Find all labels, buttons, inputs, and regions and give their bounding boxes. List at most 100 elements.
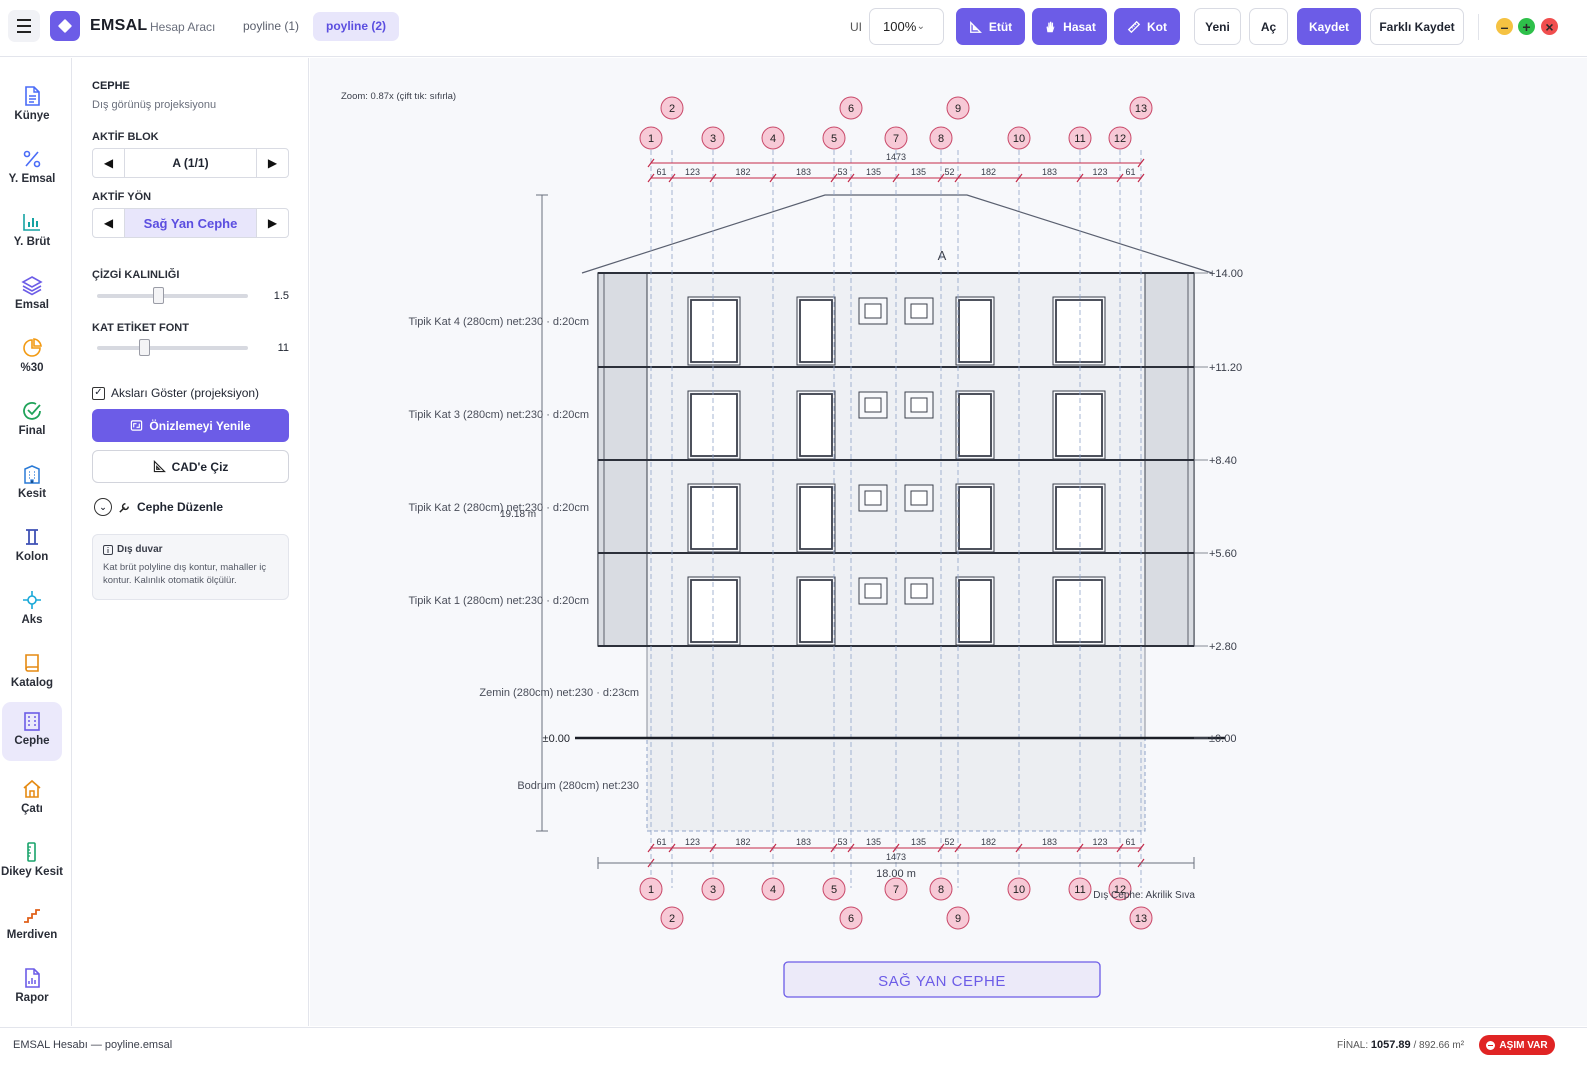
rail-item-final[interactable]: Final (2, 392, 62, 451)
cad-e-ciz-button[interactable]: CAD'e Çiz (92, 450, 289, 483)
menu-icon[interactable] (8, 10, 40, 42)
window-pane (1055, 579, 1103, 643)
axis-bubble-label: 3 (710, 133, 716, 145)
onizlemeyi-yenile-label: Önizlemeyi Yenile (149, 418, 251, 433)
dim-label: 61 (1125, 837, 1135, 847)
next-yon-button[interactable]: ▶ (257, 209, 288, 237)
rail-item-yuzde-30[interactable]: %30 (2, 329, 62, 388)
crosshair-icon (23, 591, 41, 609)
level-label: +11.20 (1209, 362, 1242, 374)
minus-circle-icon (1486, 1040, 1496, 1050)
rail-label: Aks (21, 614, 43, 626)
dim-label: 183 (796, 837, 811, 847)
rail-label: Merdiven (6, 929, 58, 941)
aktif-blok-stepper: ◀ A (1/1) ▶ (92, 148, 289, 178)
chevron-down-icon: ⌄ (94, 498, 112, 516)
material-note: Dış Cephe: Akrilik Sıva (1093, 890, 1195, 901)
rail-item-cephe[interactable]: Cephe (2, 702, 62, 761)
diamond-icon (50, 11, 80, 41)
kat-etiket-font-slider[interactable] (97, 339, 248, 356)
floor-label: Zemin (280cm) net:230 · d:23cm (479, 687, 639, 699)
house-icon (23, 779, 41, 798)
rail-item-y-brut[interactable]: Y. Brüt (2, 203, 62, 262)
cephe-settings-panel: CEPHE Dış görünüş projeksiyonu AKTİF BLO… (73, 58, 309, 1026)
file-tab-1[interactable]: poyline (1) (230, 12, 312, 41)
rail-label: Künye (14, 110, 50, 122)
next-blok-button[interactable]: ▶ (257, 149, 288, 177)
dim-total-label: 1473 (886, 152, 906, 162)
axis-bubble-label: 2 (669, 913, 675, 925)
facade-canvas[interactable]: Zoom: 0.87x (çift tık: sıfırla) A ±0.00 61… (310, 58, 1587, 1026)
window-pane (799, 486, 833, 550)
kot-button[interactable]: Kot (1114, 8, 1180, 45)
facade-icon (24, 712, 40, 731)
rail-item-merdiven[interactable]: Merdiven (2, 896, 62, 955)
aktif-yon-stepper: ◀ Sağ Yan Cephe ▶ (92, 208, 289, 238)
axis-bubble-label: 1 (648, 884, 654, 896)
minimize-icon[interactable]: – (1496, 18, 1513, 35)
dim-label: 182 (981, 837, 996, 847)
prev-blok-button[interactable]: ◀ (93, 149, 124, 177)
rail-item-emsal[interactable]: Emsal (2, 266, 62, 325)
cephe-duzenle-label: Cephe Düzenle (137, 500, 224, 514)
dim-total-label: 1473 (886, 852, 906, 862)
window-pane (958, 393, 992, 457)
axis-bubble-label: 6 (848, 103, 854, 115)
window-pane (958, 486, 992, 550)
axis-bubble-label: 11 (1074, 133, 1085, 145)
dim-label: 182 (981, 167, 996, 177)
prev-yon-button[interactable]: ◀ (93, 209, 124, 237)
cephe-duzenle-toggle[interactable]: ⌄ Cephe Düzenle (94, 498, 223, 516)
rail-item-cati[interactable]: Çatı (2, 770, 62, 829)
dim-label: 182 (735, 837, 750, 847)
yeni-button[interactable]: Yeni (1194, 8, 1241, 45)
rail-label: Dikey Kesit (1, 866, 64, 878)
rail-item-kunye[interactable]: Künye (2, 77, 62, 136)
ac-button[interactable]: Aç (1249, 8, 1288, 45)
axis-bubble-label: 13 (1135, 103, 1147, 115)
app-subtitle: Hesap Aracı (150, 20, 216, 34)
akslari-goster-row[interactable]: ✓ Aksları Göster (projeksiyon) (92, 386, 259, 400)
status-badge: AŞIM VAR (1479, 1035, 1555, 1055)
chevron-down-icon: ⌄ (916, 21, 925, 32)
window-pane (1055, 486, 1103, 550)
hasat-button[interactable]: Hasat (1032, 8, 1107, 45)
rail-item-kesit[interactable]: Kesit (2, 455, 62, 514)
axis-bubble-label: 12 (1114, 133, 1126, 145)
triangle-ruler-icon (969, 20, 982, 33)
akslari-goster-checkbox[interactable]: ✓ (92, 386, 105, 400)
dim-label: 61 (1125, 167, 1135, 177)
ui-zoom-select[interactable]: 100% ⌄ (869, 8, 944, 45)
rail-item-kolon[interactable]: Kolon (2, 518, 62, 577)
cizgi-kalinligi-slider[interactable] (97, 287, 248, 304)
rail-item-dikey-kesit[interactable]: Dikey Kesit (1, 833, 64, 892)
dis-duvar-info: Dış duvar Kat brüt polyline dış kontur, … (92, 534, 289, 600)
onizlemeyi-yenile-button[interactable]: Önizlemeyi Yenile (92, 409, 289, 442)
etut-button[interactable]: Etüt (956, 8, 1025, 45)
aktif-blok-value: A (1/1) (124, 149, 257, 177)
aktif-yon-label: AKTİF YÖN (92, 191, 152, 203)
floor-label: Tipik Kat 2 (280cm) net:230 · d:20cm (408, 502, 589, 514)
window-pane (1055, 299, 1103, 363)
dim-label: 61 (656, 167, 666, 177)
dim-label: 53 (837, 837, 847, 847)
floor-label: Tipik Kat 3 (280cm) net:230 · d:20cm (408, 409, 589, 421)
farkli-kaydet-button[interactable]: Farklı Kaydet (1370, 8, 1464, 45)
slider-thumb[interactable] (139, 339, 150, 356)
floor-label: Tipik Kat 1 (280cm) net:230 · d:20cm (408, 595, 589, 607)
rail-item-aks[interactable]: Aks (2, 581, 62, 640)
panel-title: CEPHE (92, 80, 130, 92)
file-tab-2[interactable]: poyline (2) (313, 12, 400, 41)
close-icon[interactable]: × (1541, 18, 1558, 35)
kaydet-button[interactable]: Kaydet (1297, 8, 1361, 45)
window-pane (690, 486, 738, 550)
ruler-icon (1127, 20, 1141, 33)
rail-item-rapor[interactable]: Rapor (2, 959, 62, 1018)
dim-label: 123 (685, 837, 700, 847)
maximize-icon[interactable]: + (1518, 18, 1535, 35)
zemin-wall (646, 645, 1146, 739)
axis-bubble-label: 5 (831, 133, 837, 145)
rail-item-y-emsal[interactable]: Y. Emsal (2, 140, 62, 199)
slider-thumb[interactable] (153, 287, 164, 304)
rail-item-katalog[interactable]: Katalog (2, 644, 62, 703)
